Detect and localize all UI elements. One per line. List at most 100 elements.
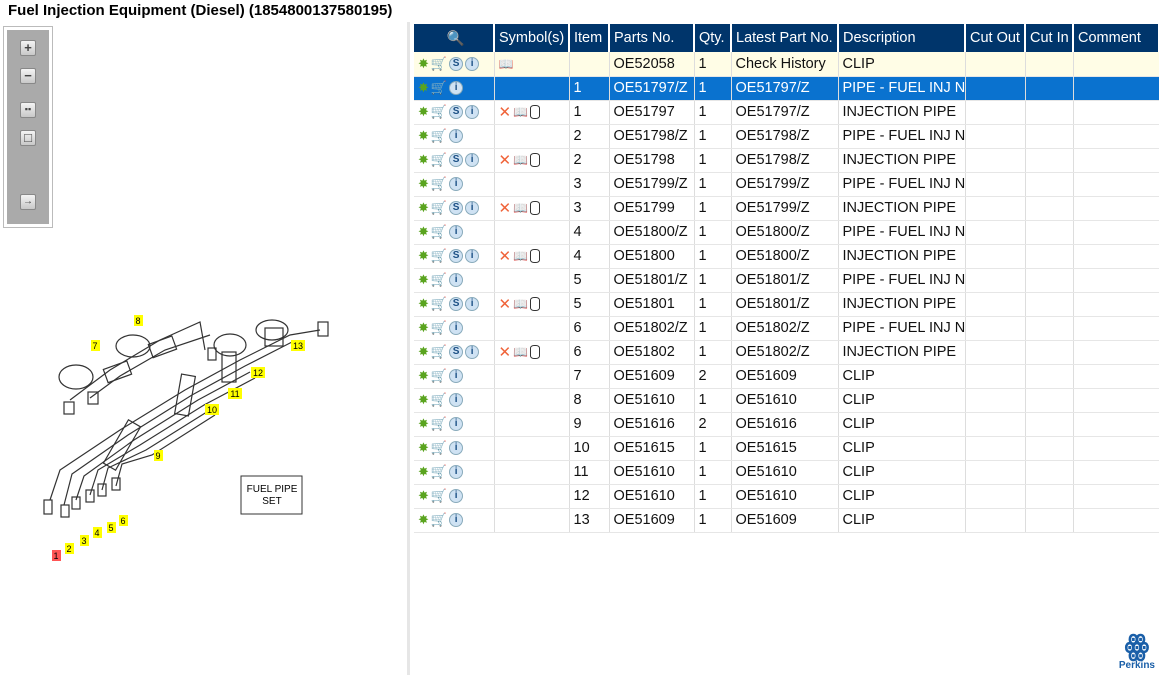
book-search-icon[interactable]: 📖	[513, 105, 528, 119]
info-icon[interactable]: i	[449, 129, 464, 144]
cart-icon[interactable]: 🛒	[431, 488, 447, 504]
column-header-2[interactable]: Item	[569, 24, 610, 52]
table-row[interactable]: ✸ 🛒 i 8 OE51610 1 OE51610 CLIP	[414, 388, 1159, 413]
cart-icon[interactable]: 🛒	[431, 128, 447, 144]
s-icon[interactable]: S	[449, 105, 464, 120]
table-row[interactable]: ✸ 🛒 i 11 OE51610 1 OE51610 CLIP	[414, 460, 1159, 485]
gear-icon[interactable]: ✸	[418, 392, 429, 408]
info-icon[interactable]: i	[465, 297, 480, 312]
info-icon[interactable]: i	[449, 441, 464, 456]
gear-icon[interactable]: ✸	[418, 320, 429, 336]
cart-icon[interactable]: 🛒	[431, 296, 447, 312]
gear-icon[interactable]: ✸	[418, 488, 429, 504]
gear-icon[interactable]: ✸	[418, 104, 429, 120]
info-icon[interactable]: i	[465, 105, 480, 120]
table-row[interactable]: ✸ 🛒 Si ✕ 📖 4 OE51800 1 OE51800/Z INJECTION PIPE	[414, 244, 1159, 269]
callout-3[interactable]: 3	[81, 536, 86, 546]
callout-7[interactable]: 7	[92, 341, 97, 351]
cart-icon[interactable]: 🛒	[431, 440, 447, 456]
callout-10[interactable]: 10	[207, 405, 217, 415]
s-icon[interactable]: S	[449, 201, 464, 216]
table-row[interactable]: ✸ 🛒 Si ✕ 📖 3 OE51799 1 OE51799/Z INJECTION PIPE	[414, 196, 1159, 221]
gear-icon[interactable]: ✸	[418, 368, 429, 384]
gear-icon[interactable]: ✸	[418, 128, 429, 144]
info-icon[interactable]: i	[449, 369, 464, 384]
table-row[interactable]: ✸ 🛒 i 7 OE51609 2 OE51609 CLIP	[414, 364, 1159, 389]
callout-6[interactable]: 6	[120, 516, 125, 526]
gear-icon[interactable]: ✸	[418, 224, 429, 240]
info-icon[interactable]: i	[449, 225, 464, 240]
cart-icon[interactable]: 🛒	[431, 344, 447, 360]
callout-12[interactable]: 12	[253, 368, 263, 378]
cart-icon[interactable]: 🛒	[431, 104, 447, 120]
gear-icon[interactable]: ✸	[418, 80, 429, 96]
table-row[interactable]: ✸ 🛒 i 4 OE51800/Z 1 OE51800/Z PIPE - FUEL INJ N…	[414, 220, 1159, 245]
gear-icon[interactable]: ✸	[418, 296, 429, 312]
info-icon[interactable]: i	[449, 393, 464, 408]
column-header-8[interactable]: Cut In	[1025, 24, 1074, 52]
callout-4[interactable]: 4	[94, 528, 99, 538]
gear-icon[interactable]: ✸	[418, 464, 429, 480]
table-row[interactable]: ✸ 🛒 i 1 OE51797/Z 1 OE51797/Z PIPE - FUEL INJ N…	[414, 76, 1159, 101]
table-row[interactable]: ✸ 🛒 i 10 OE51615 1 OE51615 CLIP	[414, 436, 1159, 461]
callout-8[interactable]: 8	[135, 316, 140, 326]
s-icon[interactable]: S	[449, 345, 464, 360]
gear-icon[interactable]: ✸	[418, 416, 429, 432]
table-row[interactable]: ✸ 🛒 Si 📖 OE52058 1 Check History CLIP	[414, 52, 1159, 77]
table-row[interactable]: ✸ 🛒 Si ✕ 📖 6 OE51802 1 OE51802/Z INJECTION PIPE	[414, 340, 1159, 365]
column-header-7[interactable]: Cut Out	[965, 24, 1026, 52]
callout-1[interactable]: 1	[53, 551, 58, 561]
table-row[interactable]: ✸ 🛒 i 6 OE51802/Z 1 OE51802/Z PIPE - FUEL INJ N…	[414, 316, 1159, 341]
s-icon[interactable]: S	[449, 249, 464, 264]
info-icon[interactable]: i	[465, 56, 480, 71]
book-search-icon[interactable]: 📖	[513, 345, 528, 359]
gear-icon[interactable]: ✸	[418, 344, 429, 360]
gear-icon[interactable]: ✸	[418, 272, 429, 288]
callout-9[interactable]: 9	[155, 451, 160, 461]
gear-icon[interactable]: ✸	[418, 56, 429, 72]
info-icon[interactable]: i	[465, 249, 480, 264]
cart-icon[interactable]: 🛒	[431, 152, 447, 168]
column-header-0[interactable]: 🔍	[414, 24, 495, 52]
cart-icon[interactable]: 🛒	[431, 392, 447, 408]
search-parts-icon[interactable]: 🔍	[446, 31, 464, 47]
gear-icon[interactable]: ✸	[418, 200, 429, 216]
book-search-icon[interactable]: 📖	[513, 153, 528, 167]
table-row[interactable]: ✸ 🛒 i 3 OE51799/Z 1 OE51799/Z PIPE - FUEL INJ N…	[414, 172, 1159, 197]
cart-icon[interactable]: 🛒	[431, 368, 447, 384]
table-row[interactable]: ✸ 🛒 i 12 OE51610 1 OE51610 CLIP	[414, 484, 1159, 509]
info-icon[interactable]: i	[449, 417, 464, 432]
zoom-in-icon[interactable]: +	[20, 40, 36, 56]
table-row[interactable]: ✸ 🛒 Si ✕ 📖 1 OE51797 1 OE51797/Z INJECTION PIPE	[414, 100, 1159, 125]
cart-icon[interactable]: 🛒	[431, 176, 447, 192]
column-header-1[interactable]: Symbol(s)	[494, 24, 570, 52]
callout-11[interactable]: 11	[230, 389, 239, 399]
info-icon[interactable]: i	[449, 81, 464, 96]
cart-icon[interactable]: 🛒	[431, 56, 447, 72]
gear-icon[interactable]: ✸	[418, 152, 429, 168]
callout-2[interactable]: 2	[66, 544, 71, 554]
s-icon[interactable]: S	[449, 297, 464, 312]
table-row[interactable]: ✸ 🛒 i 9 OE51616 2 OE51616 CLIP	[414, 412, 1159, 437]
book-search-icon[interactable]: 📖	[513, 249, 528, 263]
fit-window-icon[interactable]: □	[20, 130, 36, 146]
export-icon[interactable]: →	[20, 194, 36, 210]
fit-all-icon[interactable]: ▪▪	[20, 102, 36, 118]
gear-icon[interactable]: ✸	[418, 248, 429, 264]
column-header-6[interactable]: Description	[838, 24, 966, 52]
column-header-9[interactable]: Comment	[1073, 24, 1159, 52]
cart-icon[interactable]: 🛒	[431, 272, 447, 288]
info-icon[interactable]: i	[465, 201, 480, 216]
info-icon[interactable]: i	[449, 513, 464, 528]
table-row[interactable]: ✸ 🛒 Si ✕ 📖 5 OE51801 1 OE51801/Z INJECTION PIPE	[414, 292, 1159, 317]
cart-icon[interactable]: 🛒	[431, 416, 447, 432]
column-header-5[interactable]: Latest Part No.	[731, 24, 839, 52]
s-icon[interactable]: S	[449, 153, 464, 168]
column-header-3[interactable]: Parts No.	[609, 24, 695, 52]
info-icon[interactable]: i	[449, 273, 464, 288]
info-icon[interactable]: i	[465, 345, 480, 360]
info-icon[interactable]: i	[449, 489, 464, 504]
diagram-panel[interactable]: 1 2 3 4 5 6 7 8 9 10 11 12 13 FUEL PIPE …	[0, 22, 410, 675]
gear-icon[interactable]: ✸	[418, 440, 429, 456]
table-row[interactable]: ✸ 🛒 i 5 OE51801/Z 1 OE51801/Z PIPE - FUEL INJ N…	[414, 268, 1159, 293]
